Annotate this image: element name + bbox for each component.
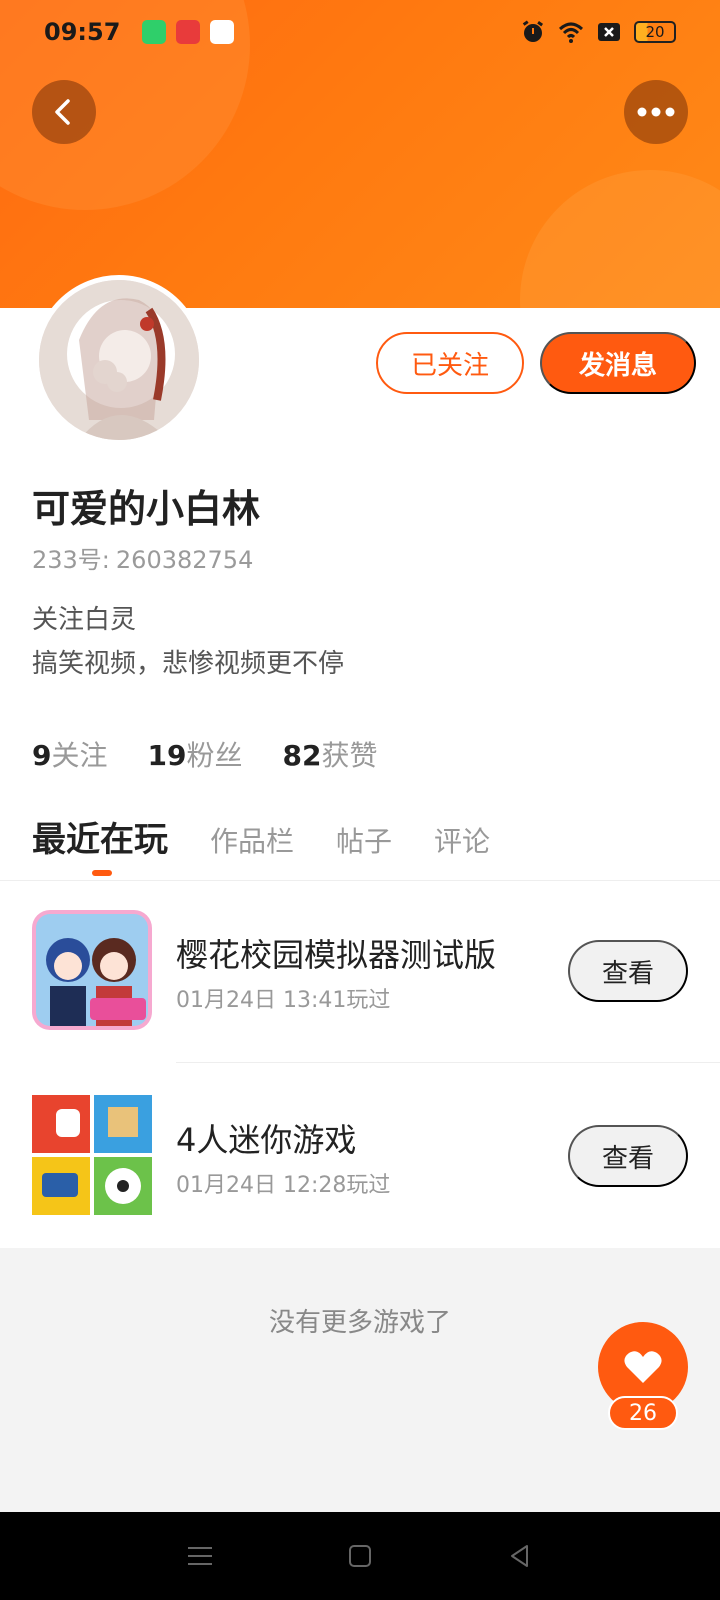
nav-back-button[interactable] xyxy=(500,1536,540,1576)
home-square-icon xyxy=(349,1545,371,1567)
game-icon-mini-games xyxy=(32,1095,152,1215)
back-button[interactable] xyxy=(32,80,96,144)
alarm-icon xyxy=(522,20,544,42)
list-item[interactable]: 樱花校园模拟器测试版 01月24日 13:41玩过 查看 xyxy=(0,910,720,1090)
user-id-value: 260382754 xyxy=(115,546,254,574)
browser-app-icon xyxy=(210,20,235,44)
chevron-left-icon xyxy=(55,99,70,125)
stat-label: 粉丝 xyxy=(186,739,243,772)
user-stats: 9关注 19粉丝 82获赞 xyxy=(32,734,417,774)
user-bio: 关注白灵 搞笑视频，悲惨视频更不停 xyxy=(32,598,344,686)
video-app-icon xyxy=(176,20,201,44)
bio-line: 搞笑视频，悲惨视频更不停 xyxy=(32,649,345,679)
back-triangle-icon xyxy=(511,1545,528,1567)
stat-label: 关注 xyxy=(51,739,108,772)
game-played-time: 01月24日 12:28玩过 xyxy=(176,1173,391,1198)
game-played-time: 01月24日 13:41玩过 xyxy=(176,988,391,1013)
battery-app-icon xyxy=(142,20,167,44)
view-game-button[interactable]: 查看 xyxy=(568,940,688,1002)
more-dots-icon xyxy=(637,107,675,117)
user-id: 233号: 260382754 xyxy=(32,540,253,575)
more-button[interactable] xyxy=(624,80,688,144)
game-cover-image xyxy=(32,1095,152,1215)
sim-off-icon xyxy=(598,23,620,41)
user-name: 可爱的小白林 xyxy=(32,487,261,531)
menu-icon xyxy=(188,1547,212,1565)
wifi-icon xyxy=(558,22,584,43)
status-time: 09:57 xyxy=(44,18,121,46)
tab-recently-played[interactable]: 最近在玩 xyxy=(32,812,168,861)
battery-icon: 20 xyxy=(634,21,676,43)
game-cover-image xyxy=(32,910,152,1030)
header-decor-circle xyxy=(520,170,720,308)
home-button[interactable] xyxy=(340,1536,380,1576)
stat-label: 获赞 xyxy=(321,739,378,772)
tab-posts[interactable]: 帖子 xyxy=(336,820,392,860)
avatar-illustration xyxy=(39,280,199,440)
heart-icon xyxy=(624,1351,662,1383)
system-nav-bar xyxy=(0,1512,720,1600)
game-icon-sakura xyxy=(32,910,152,1030)
view-game-button[interactable]: 查看 xyxy=(568,1125,688,1187)
active-tab-indicator xyxy=(92,870,112,876)
list-item[interactable]: 4人迷你游戏 01月24日 12:28玩过 查看 xyxy=(0,1095,720,1275)
divider xyxy=(0,880,720,881)
avatar[interactable] xyxy=(34,275,204,445)
like-count-badge: 26 xyxy=(608,1396,678,1430)
profile-tabs: 最近在玩 作品栏 帖子 评论 xyxy=(32,812,532,861)
status-bar: 09:57 20 xyxy=(0,0,720,64)
stat-value: 19 xyxy=(147,739,187,772)
stat-value: 82 xyxy=(282,739,322,772)
stat-fans[interactable]: 19粉丝 xyxy=(148,734,243,774)
followed-button[interactable]: 已关注 xyxy=(376,332,524,394)
stat-value: 9 xyxy=(32,739,52,772)
tab-comments[interactable]: 评论 xyxy=(434,820,490,860)
stat-following[interactable]: 9关注 xyxy=(32,734,108,774)
user-id-label: 233号: xyxy=(32,546,110,574)
menu-button[interactable] xyxy=(180,1536,220,1576)
tab-works[interactable]: 作品栏 xyxy=(210,820,294,860)
game-title: 樱花校园模拟器测试版 xyxy=(176,936,497,974)
stat-likes[interactable]: 82获赞 xyxy=(282,734,377,774)
bio-line: 关注白灵 xyxy=(32,605,137,635)
game-title: 4人迷你游戏 xyxy=(176,1121,357,1159)
divider xyxy=(176,1062,720,1063)
send-message-button[interactable]: 发消息 xyxy=(540,332,696,394)
